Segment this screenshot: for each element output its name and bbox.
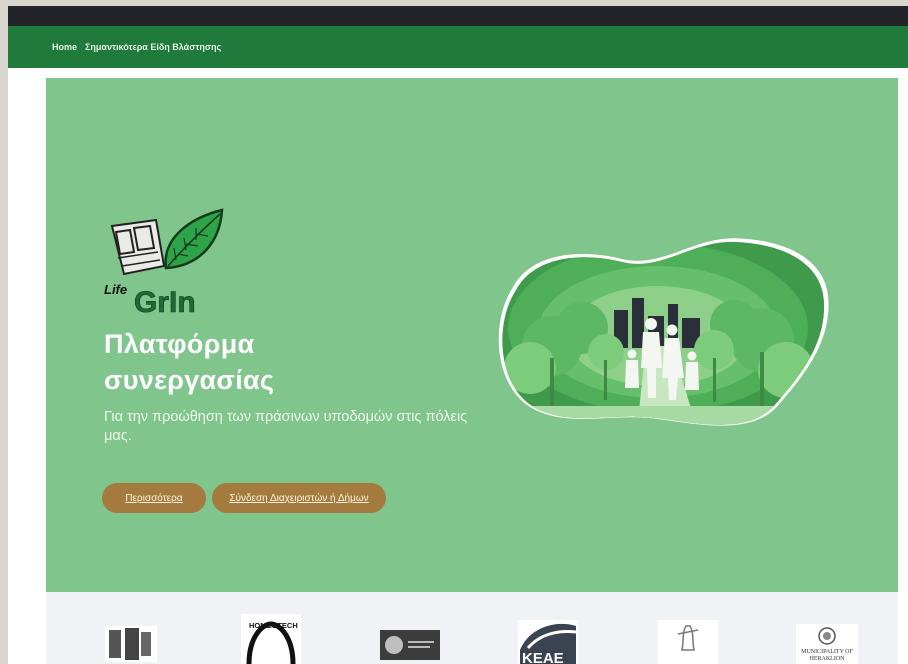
leaf-icon <box>164 208 224 270</box>
partner-logo-ministry[interactable] <box>380 630 440 660</box>
keae-text: KEAE <box>522 650 564 664</box>
hero-title-line2: συνεργασίας <box>104 365 275 395</box>
heraklion-text-line1: MUNICIPALITY OF <box>801 649 853 655</box>
more-button[interactable]: Περισσότερα <box>102 483 206 513</box>
nav-item-vegetation-species[interactable]: Σημαντικότερα Είδη Βλάστησης <box>85 42 221 52</box>
hero-title-line1: Πλατφόρμα <box>104 329 255 359</box>
partner-logo-homeotech[interactable]: HOMEOTECH <box>241 614 301 664</box>
admin-login-button[interactable]: Σύνδεση Διαχειριστών ή Δήμων <box>212 483 386 513</box>
partner-logo-statue[interactable] <box>658 620 718 664</box>
logo-text-grin: GrIn <box>134 286 196 319</box>
nav-item-home[interactable]: Home <box>52 42 77 52</box>
homeotech-text: HOMEOTECH <box>249 621 298 630</box>
browser-frame: Home Σημαντικότερα Είδη Βλάστησης Life G… <box>8 6 908 664</box>
family-park-illustration <box>498 238 829 426</box>
logo-text-life: Life <box>104 282 127 297</box>
partner-logo-agricultural-org[interactable] <box>101 622 161 664</box>
hero-title: Πλατφόρμα συνεργασίας <box>104 326 444 398</box>
top-bar <box>8 6 908 26</box>
hero-section: Life GrIn Πλατφόρμα συνεργασίας Για την … <box>46 78 898 592</box>
life-grin-logo[interactable]: Life GrIn <box>104 208 254 320</box>
main-nav: Home Σημαντικότερα Είδη Βλάστησης <box>8 26 908 68</box>
partner-logo-heraklion[interactable]: MUNICIPALITY OF HERAKLION <box>796 624 858 664</box>
hero-subtitle: Για την προώθηση των πράσινων υποδομών σ… <box>104 409 468 444</box>
partner-logo-keae[interactable]: KEAE <box>518 620 578 664</box>
partners-strip: HOMEOTECH KEAE MUNICIPALITY OF HERAKLION <box>46 592 898 664</box>
heraklion-text-line2: HERAKLION <box>810 656 846 662</box>
building-sketch-icon <box>110 218 166 276</box>
